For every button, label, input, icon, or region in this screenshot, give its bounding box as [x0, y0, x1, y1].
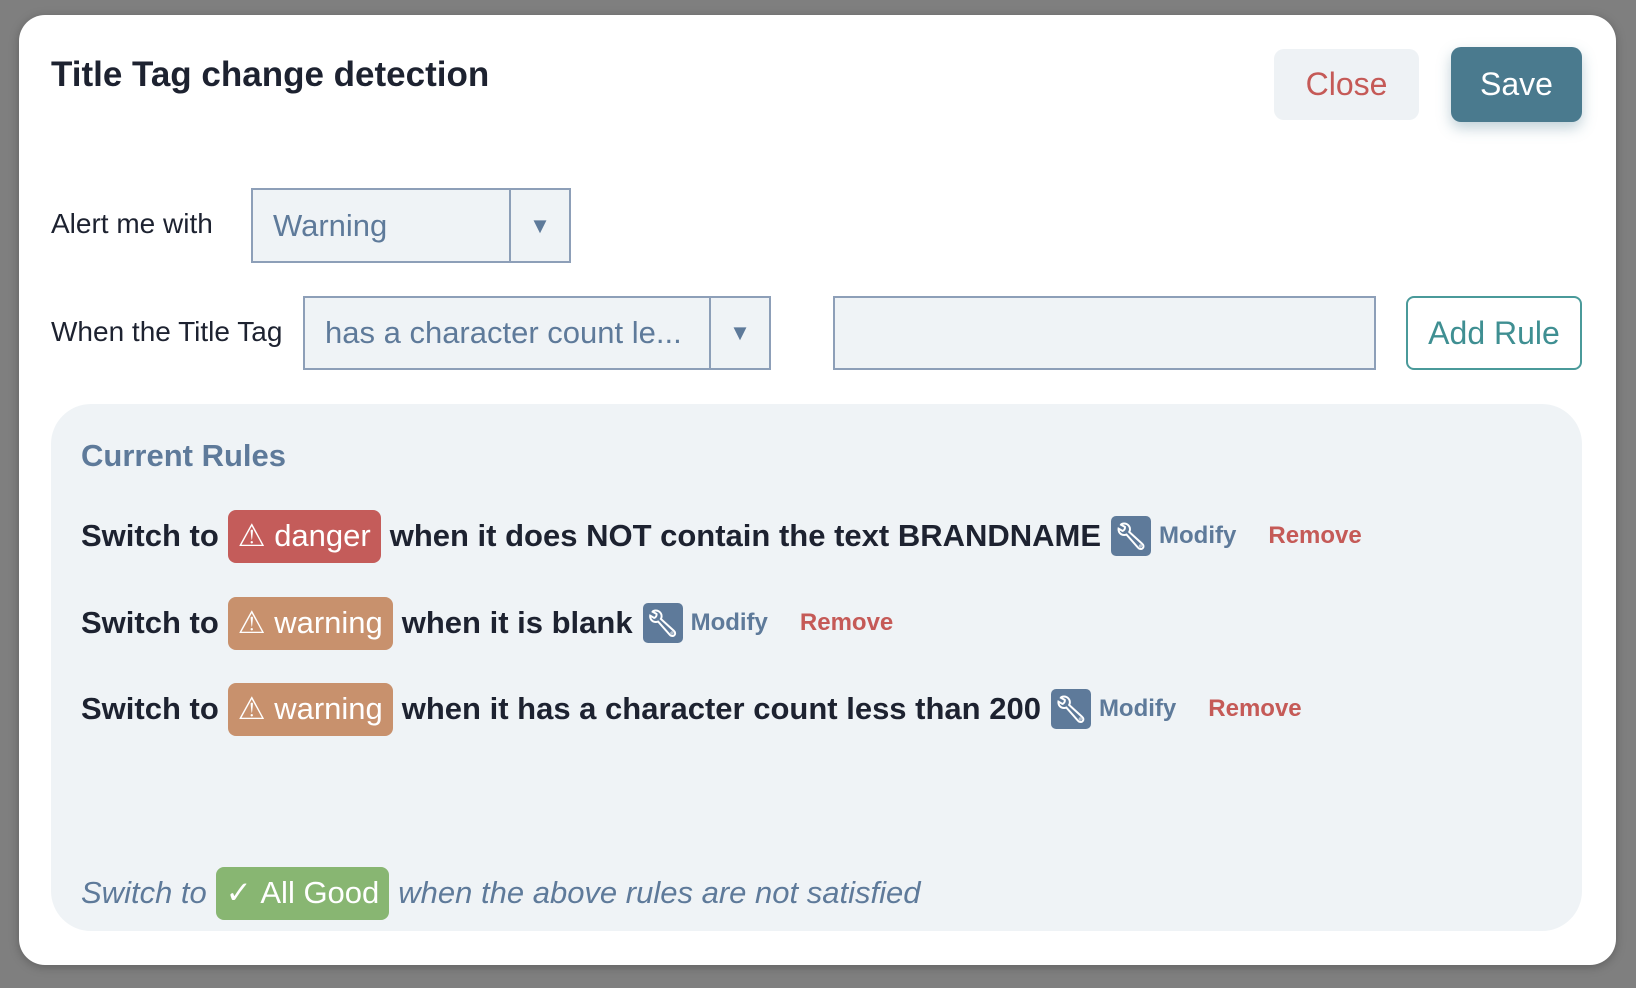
badge-label: All Good — [260, 875, 380, 910]
warning-icon: ⚠ — [237, 605, 275, 640]
alert-level-value: Warning — [273, 207, 388, 243]
rule-modal: Title Tag change detection Close Save Al… — [19, 15, 1616, 965]
rule-prefix: Switch to — [81, 605, 219, 640]
badge-label: warning — [274, 691, 383, 726]
wrench-icon[interactable]: 🔧︎ — [1050, 689, 1091, 729]
warning-icon: ⚠ — [237, 691, 275, 726]
rule-value-input[interactable] — [833, 296, 1376, 370]
condition-select[interactable]: has a character count le... ▼ — [303, 296, 771, 370]
close-button[interactable]: Close — [1274, 49, 1419, 120]
danger-badge: ⚠ danger — [227, 509, 381, 563]
warning-icon: ⚠ — [237, 518, 275, 553]
modal-title: Title Tag change detection — [51, 55, 490, 94]
default-rule: Switch to ✓ All Good when the above rule… — [81, 866, 920, 920]
rule-prefix: Switch to — [81, 875, 207, 910]
save-button[interactable]: Save — [1451, 47, 1582, 122]
chevron-down-icon[interactable]: ▼ — [709, 298, 769, 368]
when-label: When the Title Tag — [51, 316, 283, 347]
rule-prefix: Switch to — [81, 691, 219, 726]
remove-link[interactable]: Remove — [1208, 695, 1301, 723]
remove-link[interactable]: Remove — [1268, 522, 1361, 550]
all-good-badge: ✓ All Good — [215, 866, 390, 920]
wrench-icon[interactable]: 🔧︎ — [1111, 516, 1152, 556]
wrench-icon[interactable]: 🔧︎ — [642, 603, 683, 643]
badge-label: warning — [274, 605, 383, 640]
rule-condition: when it is blank — [401, 605, 633, 640]
rule-row: Switch to ⚠ warning when it has a charac… — [81, 682, 1302, 736]
rule-condition: when it does NOT contain the text BRANDN… — [389, 518, 1102, 553]
warning-badge: ⚠ warning — [227, 682, 393, 736]
current-rules-panel: Current Rules Switch to ⚠ danger when it… — [51, 404, 1582, 931]
check-icon: ✓ — [225, 875, 261, 910]
alert-level-select[interactable]: Warning ▼ — [251, 188, 571, 263]
badge-label: danger — [274, 518, 371, 553]
warning-badge: ⚠ warning — [227, 596, 393, 650]
alert-label: Alert me with — [51, 208, 213, 239]
rule-condition: when it has a character count less than … — [401, 691, 1041, 726]
modify-link[interactable]: Modify — [691, 609, 768, 637]
chevron-down-icon[interactable]: ▼ — [509, 190, 569, 261]
add-rule-button[interactable]: Add Rule — [1406, 296, 1582, 370]
rule-condition: when the above rules are not satisfied — [398, 875, 921, 910]
current-rules-title: Current Rules — [81, 438, 286, 473]
rule-prefix: Switch to — [81, 518, 219, 553]
condition-value: has a character count le... — [325, 315, 682, 350]
rule-row: Switch to ⚠ danger when it does NOT cont… — [81, 509, 1362, 563]
modify-link[interactable]: Modify — [1159, 522, 1236, 550]
remove-link[interactable]: Remove — [800, 609, 893, 637]
rule-row: Switch to ⚠ warning when it is blank 🔧︎ … — [81, 596, 893, 650]
modify-link[interactable]: Modify — [1099, 695, 1176, 723]
